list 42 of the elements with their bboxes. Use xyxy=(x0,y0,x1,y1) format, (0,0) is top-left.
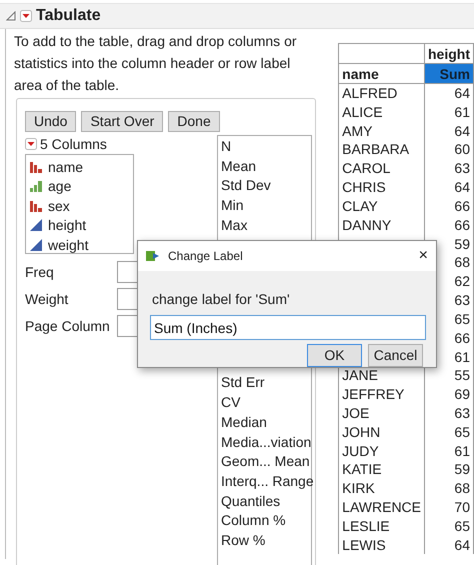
table-cell: 70 xyxy=(424,498,474,517)
table-cell: KATIE xyxy=(338,460,424,479)
table-cell: CAROL xyxy=(338,158,424,178)
columns-title: 5 Columns xyxy=(40,136,107,152)
table-cell: DANNY xyxy=(338,215,424,234)
table-cell: 64 xyxy=(424,121,474,140)
table-cell: LESLIE xyxy=(338,516,424,536)
table-cell: 68 xyxy=(424,478,474,498)
table-cell: 63 xyxy=(424,404,474,422)
table-cell: CHRIS xyxy=(338,178,424,196)
table-cell: 64 xyxy=(424,84,474,102)
table-cell: 64 xyxy=(424,535,474,554)
table-cell: AMY xyxy=(338,121,424,140)
table-cell: KIRK xyxy=(338,478,424,498)
table-cell: 65 xyxy=(424,422,474,442)
table-cell: LAWRENCE xyxy=(338,498,424,517)
table-cell: JUDY xyxy=(338,441,424,460)
table-cell: CLAY xyxy=(338,196,424,216)
table-cell: BARBARA xyxy=(338,140,424,159)
table-cell: 65 xyxy=(424,516,474,536)
table-cell: 66 xyxy=(424,215,474,234)
dialog-title: Change Label xyxy=(168,249,244,263)
table-cell: 69 xyxy=(424,384,474,404)
table-cell: JOE xyxy=(338,404,424,422)
instructions-text: To add to the table, drag and drop columns or statistics into the column header or row label area of the table. xyxy=(14,32,298,95)
panel-title: Tabulate xyxy=(36,7,101,25)
role-label: Page Column xyxy=(25,318,111,334)
table-cell: 61 xyxy=(424,441,474,460)
table-cell: JOHN xyxy=(338,422,424,442)
table-cell: LEWIS xyxy=(338,535,424,554)
table-cell: ALICE xyxy=(338,102,424,122)
table-cell: JEFFREY xyxy=(338,384,424,404)
table-cell: 59 xyxy=(424,460,474,479)
table-cell: 66 xyxy=(424,196,474,216)
table-cell: 64 xyxy=(424,178,474,196)
role-label: Weight xyxy=(25,290,70,306)
table-cell: 60 xyxy=(424,140,474,159)
table-cell: 61 xyxy=(424,102,474,122)
role-label: Freq xyxy=(25,264,55,280)
prompt-text: change label for 'Sum' xyxy=(152,291,291,307)
table-cell: 63 xyxy=(424,158,474,178)
table-cell: ALFRED xyxy=(338,84,424,102)
